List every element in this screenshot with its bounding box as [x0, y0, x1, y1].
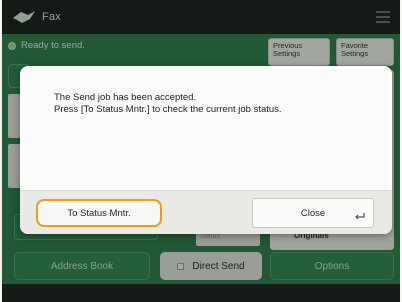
- to-status-monitor-button[interactable]: To Status Mntr.: [36, 199, 162, 227]
- fax-screen: Fax Ready to send. Previous Settings Fav…: [2, 0, 400, 302]
- dialog-message: The Send job has been accepted. Press [T…: [54, 92, 282, 116]
- job-accepted-dialog: The Send job has been accepted. Press [T…: [20, 66, 392, 234]
- dialog-footer: To Status Mntr. Close: [20, 190, 392, 234]
- dialog-message-line1: The Send job has been accepted.: [54, 92, 197, 103]
- enter-icon: [355, 213, 365, 220]
- dialog-message-line2: Press [To Status Mntr.] to check the cur…: [54, 104, 282, 115]
- close-button-label: Close: [300, 207, 326, 219]
- close-button[interactable]: Close: [252, 198, 374, 228]
- dialog-body: The Send job has been accepted. Press [T…: [24, 70, 388, 190]
